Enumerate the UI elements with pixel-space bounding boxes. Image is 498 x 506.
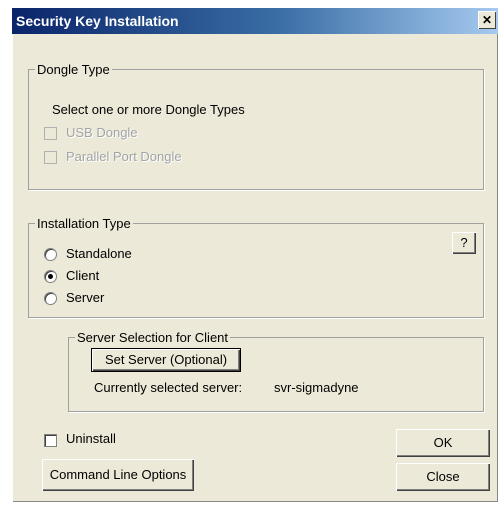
selected-dot <box>48 274 53 279</box>
command-line-options-button[interactable]: Command Line Options <box>42 459 194 491</box>
uninstall-label: Uninstall <box>66 431 116 446</box>
installation-type-legend: Installation Type <box>37 216 131 231</box>
dongle-type-legend: Dongle Type <box>37 62 110 77</box>
server-radio[interactable] <box>44 292 57 305</box>
current-server-label: Currently selected server: <box>94 380 243 395</box>
dongle-instruction: Select one or more Dongle Types <box>52 102 245 117</box>
client-radio[interactable] <box>44 270 57 283</box>
server-label: Server <box>66 290 105 305</box>
set-server-button[interactable]: Set Server (Optional) <box>91 348 241 372</box>
usb-dongle-checkbox[interactable] <box>44 127 57 140</box>
close-window-icon[interactable]: ✕ <box>478 11 496 29</box>
current-server-value: svr-sigmadyne <box>274 380 359 395</box>
server-selection-legend: Server Selection for Client <box>77 330 229 345</box>
title-bar[interactable]: Security Key Installation ✕ <box>12 8 498 34</box>
parallel-dongle-checkbox[interactable] <box>44 151 57 164</box>
client-label: Client <box>66 268 100 283</box>
usb-dongle-label: USB Dongle <box>66 125 138 140</box>
window-title: Security Key Installation <box>16 13 179 29</box>
server-selection-group: Server Selection for Client <box>68 330 484 412</box>
standalone-label: Standalone <box>66 246 132 261</box>
standalone-radio[interactable] <box>44 248 57 261</box>
close-button[interactable]: Close <box>396 463 490 491</box>
ok-button[interactable]: OK <box>396 429 490 457</box>
uninstall-checkbox[interactable] <box>44 434 57 447</box>
parallel-dongle-label: Parallel Port Dongle <box>66 149 182 164</box>
help-button[interactable]: ? <box>452 232 476 254</box>
security-key-dialog: Security Key Installation ✕ Dongle Type … <box>12 8 498 502</box>
